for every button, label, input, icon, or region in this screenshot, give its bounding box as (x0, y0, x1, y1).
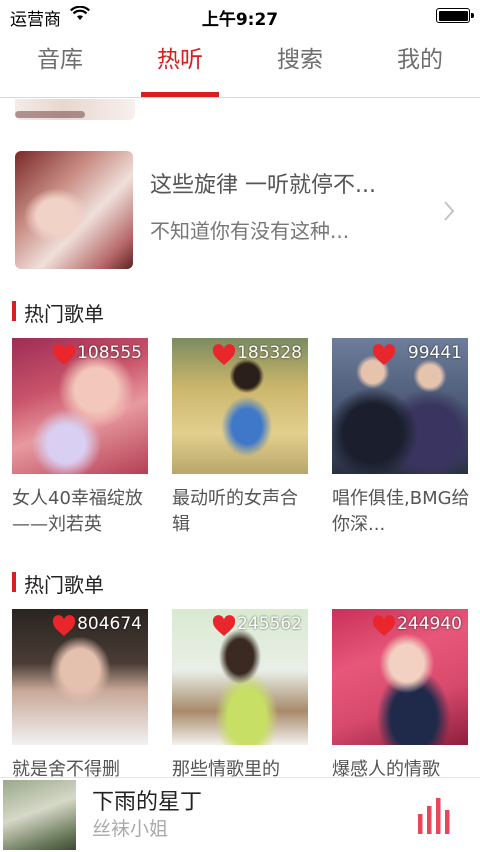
heart-icon (212, 615, 236, 636)
heart-icon (372, 615, 396, 636)
playlist-title: 唱作俱佳,BMG给你深... (332, 488, 470, 535)
now-playing-cover[interactable] (3, 780, 76, 850)
featured-article[interactable]: 这些旋律 一听就停不... 不知道你有没有这种... (0, 149, 480, 274)
play-count: 245562 (172, 609, 308, 643)
top-tab-bar: 音库 热听 搜索 我的 (0, 30, 480, 98)
section-heading-marker (12, 301, 16, 321)
mini-player[interactable]: 下雨的星丁 丝袜小姐 (0, 777, 480, 852)
heart-icon (372, 344, 396, 365)
playlist-title: 女人40幸福绽放——刘若英 (12, 488, 143, 535)
tab-mine[interactable]: 我的 (360, 30, 480, 97)
featured-article-subtitle: 不知道你有没有这种... (150, 219, 350, 243)
heart-icon (52, 615, 76, 636)
tab-label: 我的 (397, 47, 443, 73)
tab-music-library[interactable]: 音库 (0, 30, 120, 97)
play-count-value: 99441 (407, 343, 462, 363)
playlist-title: 最动听的女声合辑 (172, 488, 298, 535)
play-count-value: 244940 (397, 614, 462, 634)
section-heading-text: 热门歌单 (24, 573, 104, 597)
playlist-title: 爆感人的情歌 (332, 759, 440, 777)
play-count-value: 185328 (237, 343, 302, 363)
now-playing-title: 下雨的星丁 (92, 790, 203, 815)
chevron-right-icon (444, 201, 455, 221)
now-playing-artist: 丝袜小姐 (92, 818, 169, 840)
play-count: 804674 (12, 609, 148, 643)
playlist-title: 就是舍不得删 (12, 759, 120, 777)
tab-label: 音库 (37, 47, 83, 73)
tab-search[interactable]: 搜索 (240, 30, 360, 97)
tab-label: 搜索 (277, 47, 323, 73)
playlist-title: 那些情歌里的 (172, 759, 280, 777)
play-count-value: 108555 (77, 343, 142, 363)
battery-icon (436, 8, 474, 23)
section-heading-text: 热门歌单 (24, 302, 104, 326)
play-count: 185328 (172, 338, 308, 372)
tab-label: 热听 (157, 47, 203, 73)
heart-icon (212, 344, 236, 365)
play-count-value: 804674 (77, 614, 142, 634)
play-count: 99441 (332, 338, 468, 372)
clock: 上午9:27 (201, 10, 279, 30)
equalizer-icon[interactable] (416, 798, 456, 834)
featured-article-thumbnail (15, 151, 133, 269)
play-count: 108555 (12, 338, 148, 372)
section-heading-marker (12, 572, 16, 592)
play-count: 244940 (332, 609, 468, 643)
featured-article-title: 这些旋律 一听就停不... (150, 173, 376, 198)
tab-hot[interactable]: 热听 (120, 30, 240, 97)
heart-icon (52, 344, 76, 365)
feed-scroll-area[interactable]: 这些旋律 一听就停不... 不知道你有没有这种... 热门歌单 108555 女… (0, 99, 480, 777)
play-count-value: 245562 (237, 614, 302, 634)
active-tab-indicator (141, 92, 219, 97)
previous-item-thumbnail[interactable] (15, 99, 135, 120)
status-bar: 运营商 上午9:27 (0, 0, 480, 30)
